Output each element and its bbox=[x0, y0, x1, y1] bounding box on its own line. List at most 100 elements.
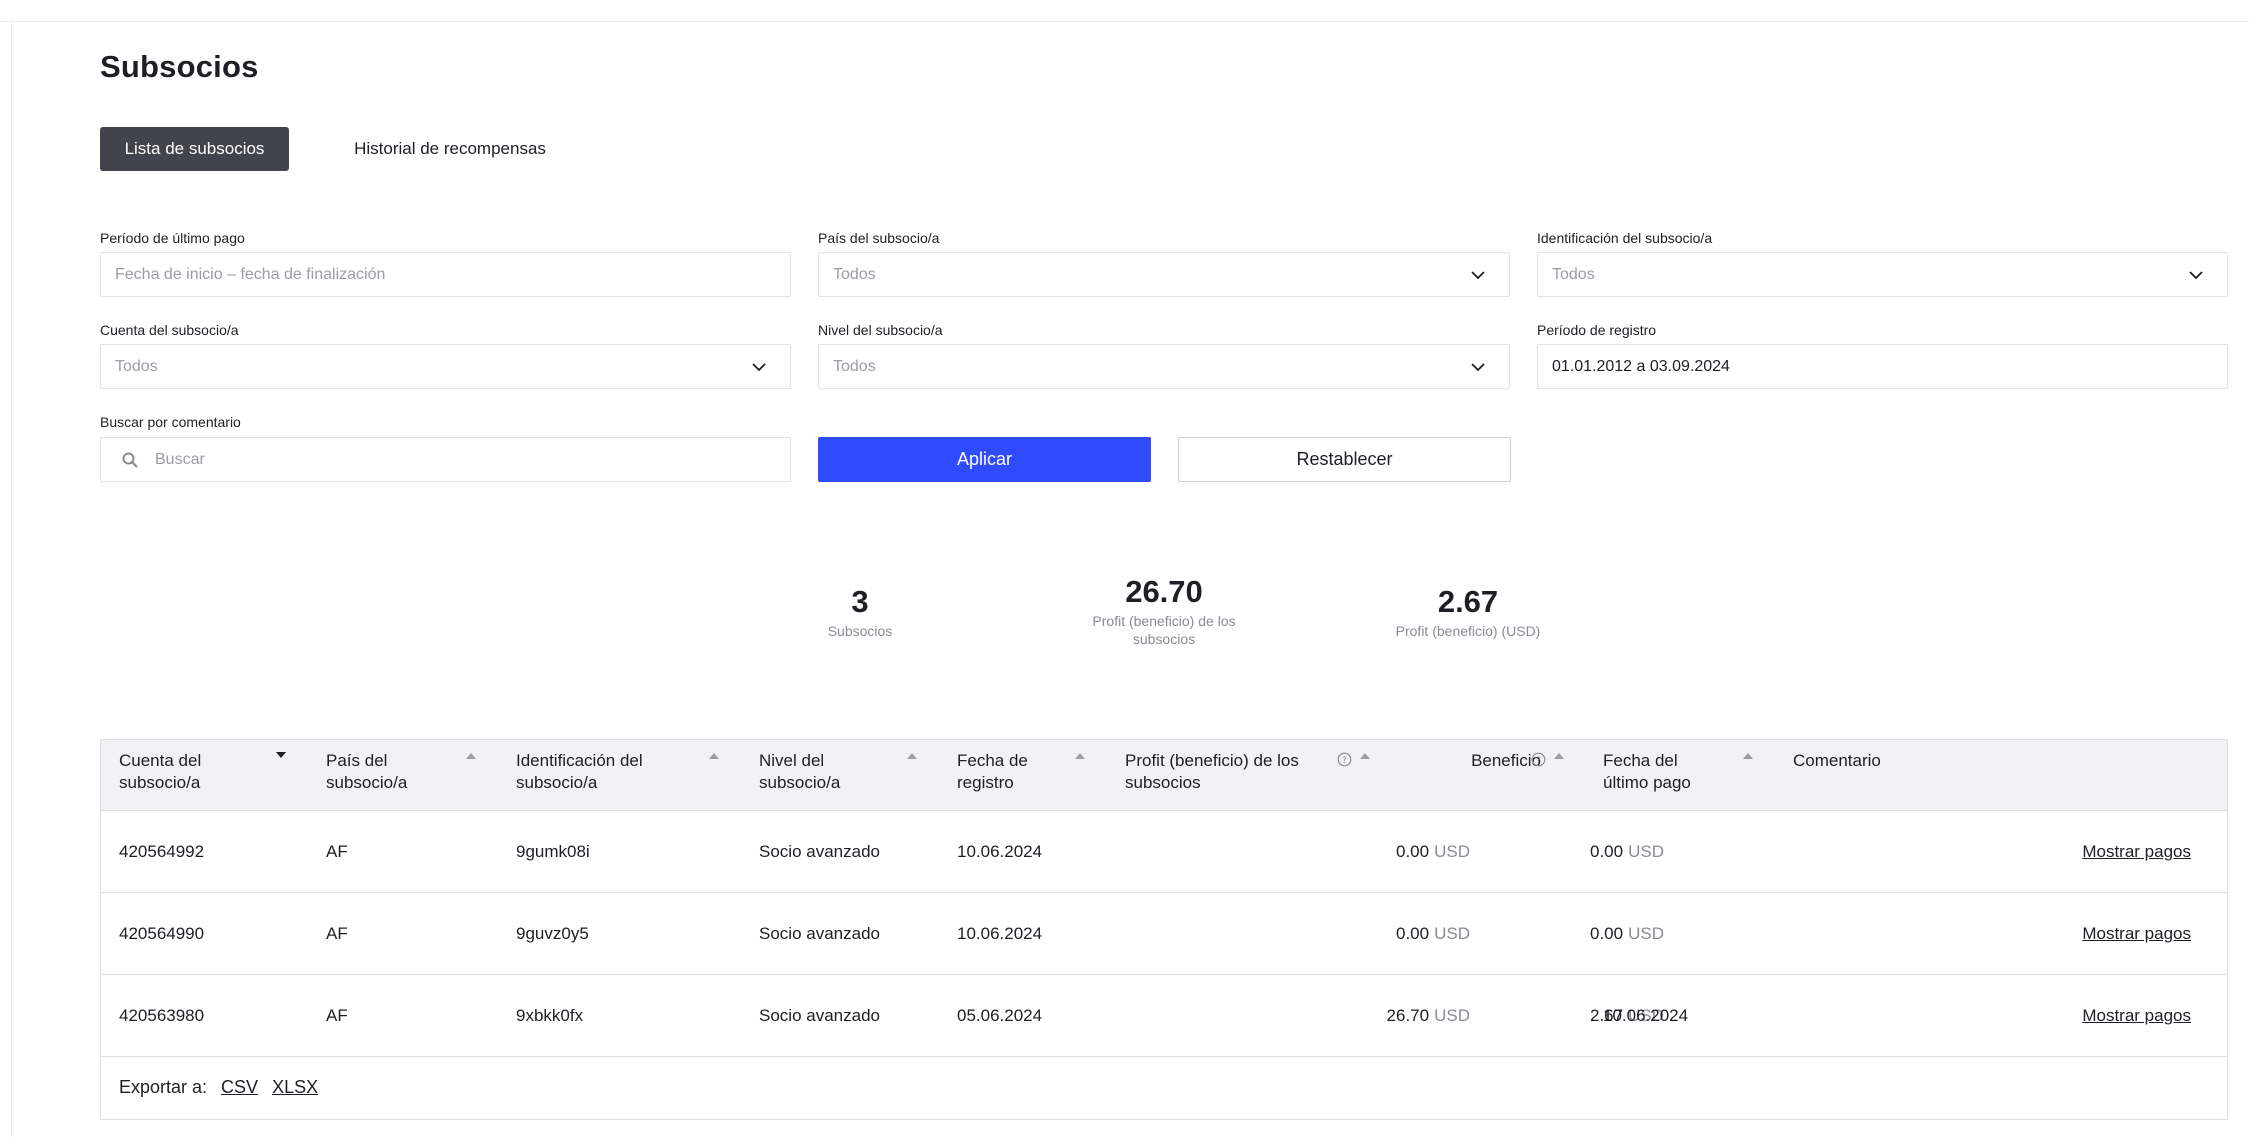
column-header-identification[interactable]: Identificación del subsocio/a bbox=[516, 750, 686, 794]
level-select-value: Todos bbox=[833, 357, 876, 375]
last-payment-label: Período de último pago bbox=[100, 230, 245, 246]
cell-level: Socio avanzado bbox=[759, 924, 880, 943]
sort-asc-icon[interactable] bbox=[1743, 752, 1753, 759]
chevron-down-icon bbox=[752, 363, 766, 372]
cell-account: 420564992 bbox=[119, 842, 205, 861]
cell-registration-date: 05.06.2024 bbox=[957, 1006, 1043, 1025]
cell-identification: 9gumk08i bbox=[516, 842, 590, 861]
cell-country: AF bbox=[326, 842, 348, 861]
currency-label: USD bbox=[1434, 1006, 1470, 1025]
comment-search-label: Buscar por comentario bbox=[100, 414, 241, 430]
cell-subpartner-profit-value: 26.70 bbox=[1386, 1006, 1430, 1025]
column-header-last-payment[interactable]: Fecha del último pago bbox=[1603, 750, 1723, 794]
cell-subpartner-profit: 26.70 USD bbox=[1201, 975, 1470, 1057]
export-label: Exportar a: bbox=[119, 1077, 208, 1097]
svg-text:?: ? bbox=[1342, 756, 1347, 766]
reset-button[interactable]: Restablecer bbox=[1178, 437, 1511, 482]
search-icon bbox=[122, 452, 138, 468]
help-icon[interactable]: ? bbox=[1337, 752, 1352, 767]
cell-identification: 9xbkk0fx bbox=[516, 1006, 584, 1025]
chevron-down-icon bbox=[1471, 271, 1485, 280]
registration-period-input[interactable]: 01.01.2012 a 03.09.2024 bbox=[1537, 344, 2228, 389]
column-header-profit[interactable]: Beneficio bbox=[1441, 750, 1541, 772]
cell-registration-date: 10.06.2024 bbox=[957, 924, 1043, 943]
column-header-registration-date[interactable]: Fecha de registro bbox=[957, 750, 1067, 794]
cell-level: Socio avanzado bbox=[759, 1006, 880, 1025]
comment-search-placeholder: Buscar bbox=[155, 450, 205, 468]
currency-label: USD bbox=[1434, 842, 1470, 861]
column-header-level[interactable]: Nivel del subsocio/a bbox=[759, 750, 889, 794]
last-payment-placeholder: Fecha de inicio – fecha de finalización bbox=[115, 265, 386, 283]
cell-subpartner-profit-value: 0.00 bbox=[1396, 924, 1430, 943]
cell-profit-value: 0.00 bbox=[1590, 842, 1624, 861]
cell-identification: 9guvz0y5 bbox=[516, 924, 589, 943]
column-header-account[interactable]: Cuenta del subsocio/a bbox=[119, 750, 269, 794]
sort-asc-icon[interactable] bbox=[907, 752, 917, 759]
table-header: Cuenta del subsocio/a País del subsocio/… bbox=[101, 740, 2227, 811]
cell-country: AF bbox=[326, 1006, 348, 1025]
comment-search-input[interactable]: Buscar bbox=[100, 437, 791, 482]
cell-country: AF bbox=[326, 924, 348, 943]
stat-subpartners: 3 Subsocios bbox=[770, 584, 950, 640]
stat-subpartner-profit-value: 26.70 bbox=[1125, 574, 1203, 609]
tab-subpartners-list[interactable]: Lista de subsocios bbox=[100, 127, 289, 171]
table-row: 420563980 AF 9xbkk0fx Socio avanzado 05.… bbox=[101, 975, 2227, 1057]
level-select[interactable]: Todos bbox=[818, 344, 1510, 389]
account-select-value: Todos bbox=[115, 357, 158, 375]
export-csv-link[interactable]: CSV bbox=[221, 1077, 258, 1098]
show-payments-link[interactable]: Mostrar pagos bbox=[2082, 842, 2191, 862]
currency-label: USD bbox=[1628, 842, 1664, 861]
cell-registration-date: 10.06.2024 bbox=[957, 842, 1043, 861]
cell-account: 420564990 bbox=[119, 924, 205, 943]
cell-subpartner-profit-value: 0.00 bbox=[1396, 842, 1430, 861]
table-row: 420564992 AF 9gumk08i Socio avanzado 10.… bbox=[101, 811, 2227, 893]
registration-period-value: 01.01.2012 a 03.09.2024 bbox=[1552, 357, 1730, 375]
subpartners-table: Cuenta del subsocio/a País del subsocio/… bbox=[100, 739, 2228, 1120]
column-header-comment: Comentario bbox=[1793, 751, 1881, 770]
country-select[interactable]: Todos bbox=[818, 252, 1510, 297]
column-header-country[interactable]: País del subsocio/a bbox=[326, 750, 456, 794]
currency-label: USD bbox=[1628, 924, 1664, 943]
export-bar: Exportar a: CSV XLSX bbox=[119, 1077, 318, 1098]
sort-asc-icon[interactable] bbox=[1075, 752, 1085, 759]
apply-button[interactable]: Aplicar bbox=[818, 437, 1151, 482]
chevron-down-icon bbox=[1471, 363, 1485, 372]
left-divider bbox=[11, 22, 12, 1137]
stat-subpartners-value: 3 bbox=[851, 584, 869, 619]
country-select-value: Todos bbox=[833, 265, 876, 283]
page-title: Subsocios bbox=[100, 49, 259, 84]
identification-label: Identificación del subsocio/a bbox=[1537, 230, 1713, 246]
cell-account: 420563980 bbox=[119, 1006, 205, 1025]
sort-asc-icon[interactable] bbox=[1360, 752, 1370, 759]
chevron-down-icon bbox=[2189, 271, 2203, 280]
stat-subpartner-profit-label: Profit (beneficio) de los subsocios bbox=[1092, 613, 1236, 647]
last-payment-date-range-input[interactable]: Fecha de inicio – fecha de finalización bbox=[100, 252, 791, 297]
stat-profit-usd-value: 2.67 bbox=[1437, 584, 1499, 619]
help-icon[interactable]: ? bbox=[1531, 752, 1546, 767]
show-payments-link[interactable]: Mostrar pagos bbox=[2082, 924, 2191, 944]
column-header-subpartner-profit[interactable]: Profit (beneficio) de los subsocios bbox=[1125, 750, 1335, 794]
cell-subpartner-profit: 0.00 USD bbox=[1201, 811, 1470, 893]
sort-asc-icon[interactable] bbox=[1554, 752, 1564, 759]
currency-label: USD bbox=[1434, 924, 1470, 943]
cell-profit: 0.00 USD bbox=[1481, 893, 1664, 975]
cell-profit-value: 0.00 bbox=[1590, 924, 1624, 943]
top-divider bbox=[0, 21, 2249, 22]
registration-period-label: Período de registro bbox=[1537, 322, 1657, 338]
svg-text:?: ? bbox=[1536, 756, 1541, 766]
level-label: Nivel del subsocio/a bbox=[818, 322, 943, 338]
country-label: País del subsocio/a bbox=[818, 230, 940, 246]
export-xlsx-link[interactable]: XLSX bbox=[272, 1077, 318, 1098]
cell-subpartner-profit: 0.00 USD bbox=[1201, 893, 1470, 975]
show-payments-link[interactable]: Mostrar pagos bbox=[2082, 1006, 2191, 1026]
sort-desc-icon[interactable] bbox=[276, 752, 286, 759]
stat-subpartners-label: Subsocios bbox=[827, 623, 893, 639]
sort-asc-icon[interactable] bbox=[466, 752, 476, 759]
account-label: Cuenta del subsocio/a bbox=[100, 322, 239, 338]
account-select[interactable]: Todos bbox=[100, 344, 791, 389]
stat-subpartner-profit: 26.70 Profit (beneficio) de los subsocio… bbox=[1074, 574, 1254, 648]
tab-rewards-history[interactable]: Historial de recompensas bbox=[330, 127, 570, 171]
table-row: 420564990 AF 9guvz0y5 Socio avanzado 10.… bbox=[101, 893, 2227, 975]
sort-asc-icon[interactable] bbox=[709, 752, 719, 759]
identification-select[interactable]: Todos bbox=[1537, 252, 2228, 297]
